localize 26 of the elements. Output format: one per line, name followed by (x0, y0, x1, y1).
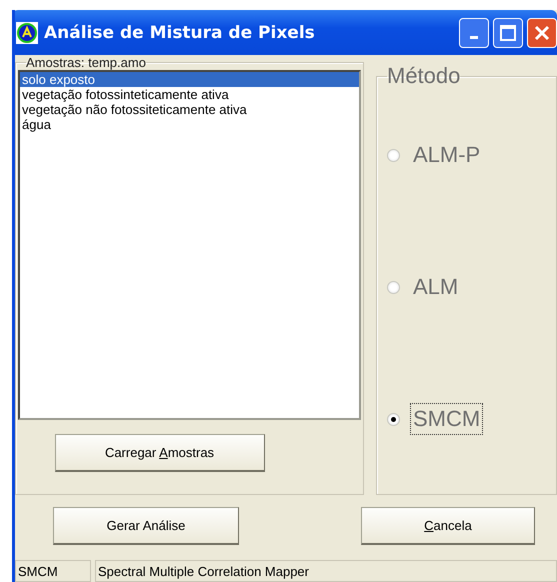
maximize-icon (499, 24, 517, 42)
minimize-icon (470, 36, 478, 39)
close-icon (533, 24, 551, 42)
radio-button[interactable] (387, 148, 400, 162)
group-label: Método (387, 63, 460, 89)
radio-button[interactable] (387, 280, 400, 294)
load-samples-button[interactable]: Carregar Amostras (54, 434, 264, 472)
radio-label[interactable]: SMCM (410, 403, 484, 435)
radio-label[interactable]: ALM-P (410, 139, 484, 171)
list-item[interactable]: vegetação não fotossiteticamente ativa (20, 102, 359, 117)
list-item[interactable]: solo exposto (20, 72, 359, 87)
minimize-button[interactable] (459, 18, 489, 48)
status-text: Spectral Multiple Correlation Mapper (95, 560, 557, 582)
close-button[interactable] (527, 18, 557, 48)
samples-list[interactable]: solo exposto vegetação fotossinteticamente ativa vegetação não fotossiteticamente ativa água (18, 70, 361, 420)
generate-button[interactable]: Gerar Análise (53, 507, 239, 545)
list-item[interactable]: água (20, 117, 359, 132)
list-item[interactable]: vegetação fotossinteticamente ativa (20, 87, 359, 102)
status-text: SMCM (15, 560, 91, 582)
window-title: Análise de Mistura de Pixels (44, 22, 316, 42)
cancel-button[interactable]: Cancela (361, 507, 535, 545)
maximize-button[interactable] (493, 18, 523, 48)
radio-button[interactable] (387, 412, 400, 426)
app-icon (16, 22, 38, 44)
radio-label[interactable]: ALM (410, 271, 462, 303)
group-label: Amostras: temp.amo (26, 55, 146, 70)
